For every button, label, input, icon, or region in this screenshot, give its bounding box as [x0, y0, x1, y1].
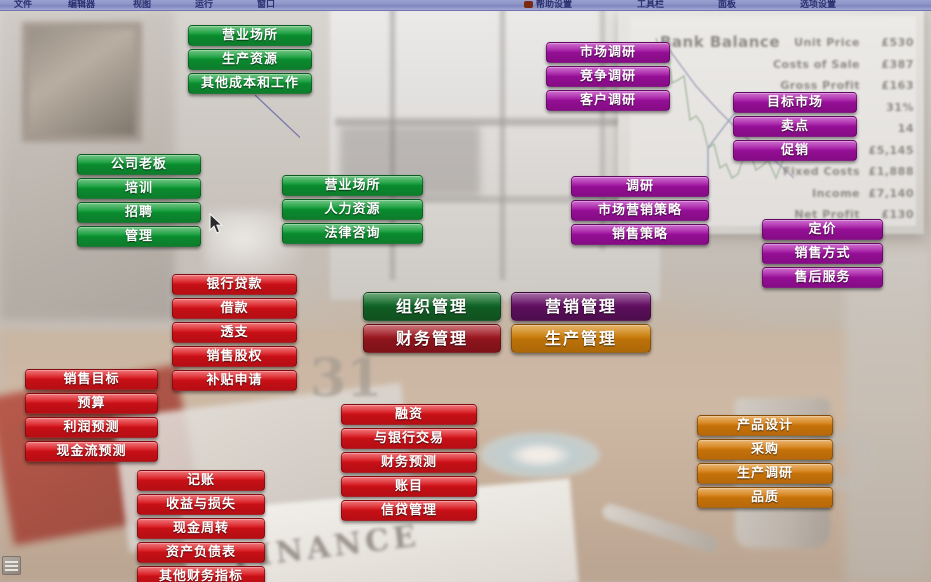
action-button-org-premises-2[interactable]: 其他成本和工作	[188, 73, 312, 94]
action-button-finance-core-4[interactable]: 信贷管理	[341, 500, 477, 521]
action-button-org-people-1[interactable]: 培训	[77, 178, 201, 199]
action-button-production-core-0[interactable]: 产品设计	[697, 415, 833, 436]
action-button-finance-accounting-1[interactable]: 收益与损失	[137, 494, 265, 515]
action-button-finance-core-2[interactable]: 财务预测	[341, 452, 477, 473]
action-button-marketing-targets-0[interactable]: 目标市场	[733, 92, 857, 113]
toolbar-menu-8[interactable]: 选项设置	[800, 0, 836, 10]
action-button-marketing-research-1[interactable]: 竞争调研	[546, 66, 670, 87]
action-button-finance-accounting-2[interactable]: 现金周转	[137, 518, 265, 539]
button-group-marketing-targets: 目标市场 卖点 促销	[733, 92, 857, 161]
action-button-finance-funding-3[interactable]: 销售股权	[172, 346, 297, 367]
major-button-marketing[interactable]: 营销管理	[511, 292, 651, 321]
action-button-org-people-2[interactable]: 招聘	[77, 202, 201, 223]
toolbar-record-icon[interactable]	[524, 1, 533, 8]
background-finance-value: £1,888	[868, 165, 914, 178]
background-right-shelf	[845, 250, 931, 582]
background-window-mullion	[500, 0, 505, 280]
mouse-cursor-icon	[209, 213, 224, 234]
major-button-finance[interactable]: 财务管理	[363, 324, 501, 353]
action-button-finance-core-1[interactable]: 与银行交易	[341, 428, 477, 449]
toolbar-menu-5[interactable]: 帮助设置	[536, 0, 572, 10]
background-finance-value: £5,145	[868, 143, 914, 157]
action-button-finance-accounting-4[interactable]: 其他财务指标	[137, 566, 265, 582]
background-finance-value: 31%	[886, 100, 914, 114]
background-cd-disc	[480, 432, 600, 478]
action-button-finance-planning-0[interactable]: 销售目标	[25, 369, 158, 390]
major-buttons-left-column: 组织管理 财务管理	[363, 292, 501, 353]
toolbar-menu-4[interactable]: 窗口	[257, 0, 275, 10]
action-button-finance-core-3[interactable]: 账目	[341, 476, 477, 497]
background-finance-label: Income	[812, 186, 860, 200]
major-button-organization[interactable]: 组织管理	[363, 292, 501, 321]
background-desk-number: 31	[310, 348, 383, 409]
background-finance-value: £387	[881, 57, 914, 71]
action-button-finance-funding-1[interactable]: 借款	[172, 298, 297, 319]
action-button-finance-funding-0[interactable]: 银行贷款	[172, 274, 297, 295]
button-group-production-core: 产品设计采购生产调研品质	[697, 415, 833, 508]
toolbar-menu-1[interactable]: 编辑器	[68, 0, 95, 10]
action-button-marketing-core-0[interactable]: 调研	[571, 176, 709, 197]
background-finance-label: Gross Profit	[780, 79, 860, 92]
background-picture-frame	[22, 22, 142, 142]
action-button-finance-planning-1[interactable]: 预算	[25, 393, 158, 414]
top-toolbar[interactable]: 文件 编辑器 视图 运行 窗口 帮助设置 工具栏 面板 选项设置	[0, 0, 931, 11]
background-window-sill	[335, 118, 655, 126]
background-finance-value: 14	[897, 122, 914, 135]
action-button-marketing-targets-1[interactable]: 卖点	[733, 116, 857, 137]
action-button-marketing-sales-0[interactable]: 定价	[762, 219, 883, 240]
button-group-finance-planning: 销售目标预算利润预测现金流预测	[25, 369, 158, 462]
button-group-org-core: 营业场所人力资源法律咨询	[282, 175, 423, 244]
action-button-finance-planning-2[interactable]: 利润预测	[25, 417, 158, 438]
action-button-production-core-1[interactable]: 采购	[697, 439, 833, 460]
major-button-production[interactable]: 生产管理	[511, 324, 651, 353]
action-button-marketing-sales-1[interactable]: 销售方式	[762, 243, 883, 264]
action-button-production-core-3[interactable]: 品质	[697, 487, 833, 508]
background-finance-label: Unit Price	[794, 36, 860, 49]
background-finance-value: £7,140	[868, 186, 914, 200]
button-group-marketing-sales: 定价销售方式售后服务	[762, 219, 883, 288]
toolbar-menu-6[interactable]: 工具栏	[637, 0, 664, 10]
button-group-finance-funding: 银行贷款借款透支销售股权补贴申请	[172, 274, 297, 391]
action-button-org-people-0[interactable]: 公司老板	[77, 154, 201, 175]
background-finance-value: £530	[881, 36, 914, 49]
action-button-org-premises-0[interactable]: 营业场所	[188, 25, 312, 46]
action-button-org-core-0[interactable]: 营业场所	[282, 175, 423, 196]
action-button-org-people-3[interactable]: 管理	[77, 226, 201, 247]
action-button-marketing-sales-2[interactable]: 售后服务	[762, 267, 883, 288]
button-group-marketing-research: 市场调研竞争调研客户调研	[546, 42, 670, 111]
action-button-finance-accounting-3[interactable]: 资产负债表	[137, 542, 265, 563]
button-group-finance-accounting: 记账收益与损失现金周转资产负债表其他财务指标	[137, 470, 265, 582]
action-button-finance-accounting-0[interactable]: 记账	[137, 470, 265, 491]
action-button-org-premises-1[interactable]: 生产资源	[188, 49, 312, 70]
button-group-org-premises: 营业场所生产资源其他成本和工作	[188, 25, 312, 94]
background-finance-label: Costs of Sale	[772, 57, 860, 71]
button-group-org-people: 公司老板培训招聘管理	[77, 154, 201, 247]
list-icon[interactable]	[2, 556, 21, 575]
action-button-finance-core-0[interactable]: 融资	[341, 404, 477, 425]
background-finance-label: Fixed Costs	[782, 165, 860, 178]
toolbar-menu-7[interactable]: 面板	[718, 0, 736, 10]
background-finance-value: £163	[881, 79, 914, 92]
toolbar-menu-0[interactable]: 文件	[14, 0, 32, 10]
toolbar-menu-2[interactable]: 视图	[133, 0, 151, 10]
action-button-finance-planning-3[interactable]: 现金流预测	[25, 441, 158, 462]
action-button-finance-funding-4[interactable]: 补贴申请	[172, 370, 297, 391]
action-button-marketing-core-2[interactable]: 销售策略	[571, 224, 709, 245]
button-group-finance-core: 融资与银行交易财务预测账目信贷管理	[341, 404, 477, 521]
action-button-marketing-research-2[interactable]: 客户调研	[546, 90, 670, 111]
action-button-marketing-targets-2[interactable]: 促销	[733, 140, 857, 161]
action-button-finance-funding-2[interactable]: 透支	[172, 322, 297, 343]
action-button-marketing-research-0[interactable]: 市场调研	[546, 42, 670, 63]
major-buttons-right-column: 营销管理 生产管理	[511, 292, 651, 353]
action-button-org-core-1[interactable]: 人力资源	[282, 199, 423, 220]
action-button-org-core-2[interactable]: 法律咨询	[282, 223, 423, 244]
action-button-marketing-core-1[interactable]: 市场营销策略	[571, 200, 709, 221]
action-button-production-core-2[interactable]: 生产调研	[697, 463, 833, 484]
toolbar-menu-3[interactable]: 运行	[195, 0, 213, 10]
button-group-marketing-core: 调研市场营销策略 销售策略	[571, 176, 709, 245]
